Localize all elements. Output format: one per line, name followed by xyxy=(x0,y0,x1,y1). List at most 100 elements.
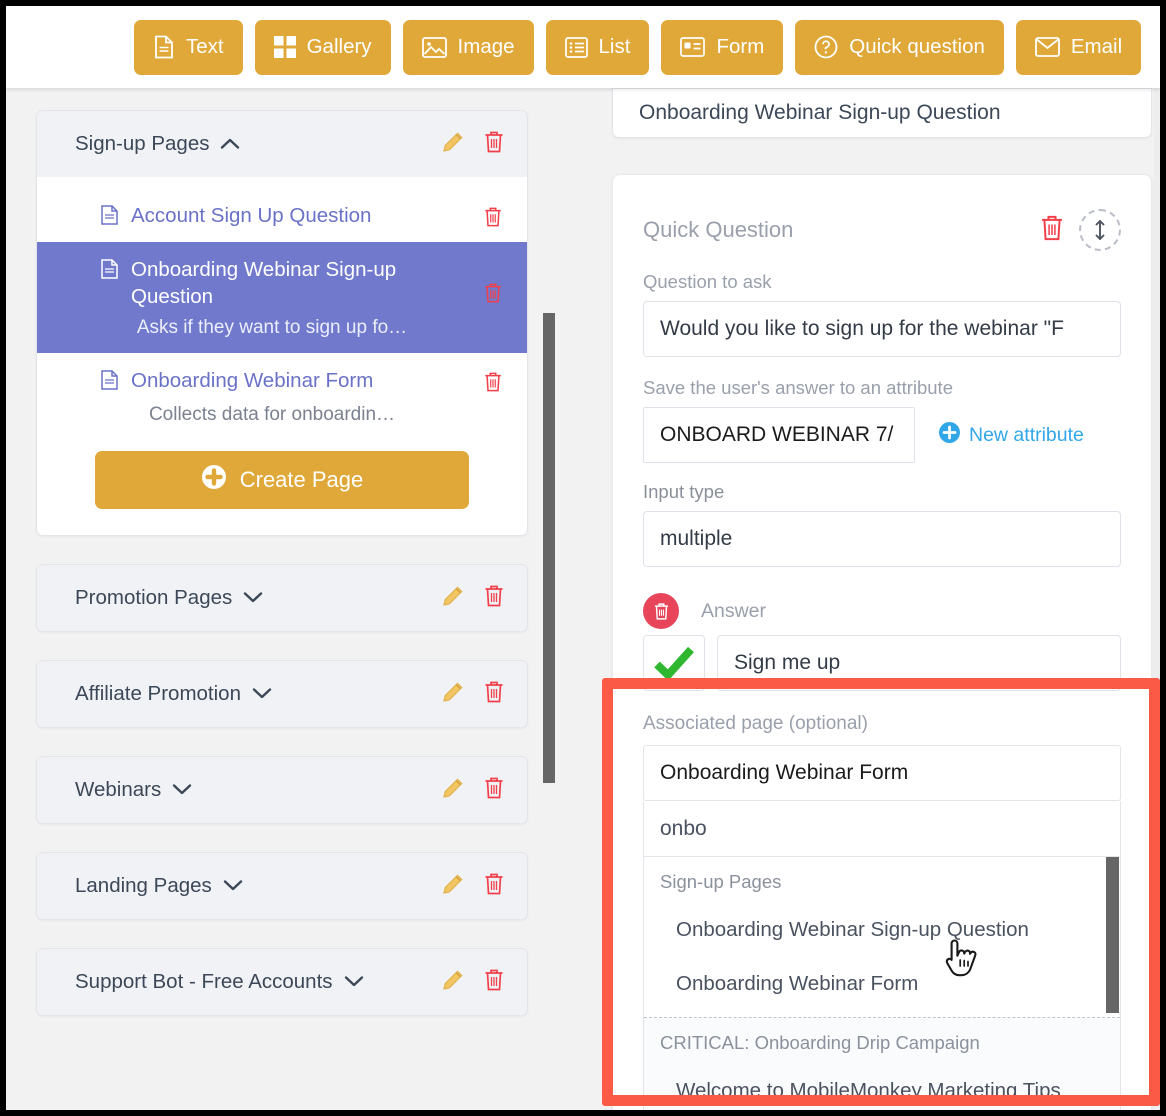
chevron-down-icon[interactable] xyxy=(172,778,192,802)
delete-trash-icon[interactable] xyxy=(483,968,505,997)
page-group-actions xyxy=(441,872,505,901)
editor-page-title-text: Onboarding Webinar Sign-up Question xyxy=(639,101,1001,124)
associated-page-search-input[interactable] xyxy=(643,801,1121,857)
delete-trash-icon[interactable] xyxy=(483,202,503,233)
page-group-body: Account Sign Up Question Onboarding Webi… xyxy=(37,177,527,536)
delete-trash-icon[interactable] xyxy=(483,130,505,159)
page-group-title: Promotion Pages xyxy=(75,586,233,610)
toolbar-button-label: Email xyxy=(1070,35,1123,58)
toolbar-button-form[interactable]: Form xyxy=(661,19,784,75)
delete-trash-icon[interactable] xyxy=(483,872,505,901)
chevron-down-icon[interactable] xyxy=(344,970,364,994)
edit-pencil-icon[interactable] xyxy=(441,776,465,805)
page-group-webinars: Webinars xyxy=(36,756,528,825)
page-list-item-selected[interactable]: Onboarding Webinar Sign-up Question Asks… xyxy=(37,242,527,354)
page-group-actions xyxy=(441,776,505,805)
question-to-ask-input[interactable] xyxy=(643,301,1121,357)
page-group-promotion-pages: Promotion Pages xyxy=(36,564,528,633)
delete-widget-trash-icon[interactable] xyxy=(1039,214,1065,247)
form-card-icon xyxy=(680,37,706,57)
page-group-title-wrap: Affiliate Promotion xyxy=(75,682,272,706)
page-group-actions xyxy=(441,680,505,709)
edit-pencil-icon[interactable] xyxy=(441,680,465,709)
page-group-title-wrap: Promotion Pages xyxy=(75,586,263,610)
input-type-label: Input type xyxy=(643,481,725,502)
toolbar-button-quick-question[interactable]: Quick question xyxy=(795,19,1004,75)
answer-label: Answer xyxy=(701,599,767,622)
right-edge-strip xyxy=(1154,88,1160,1110)
new-attribute-label: New attribute xyxy=(969,423,1084,446)
page-list-item[interactable]: Onboarding Webinar Form Collects data fo… xyxy=(37,353,527,435)
page-group-title: Webinars xyxy=(75,778,162,802)
page-item-link[interactable]: Onboarding Webinar Sign-up Question xyxy=(101,256,471,310)
page-document-icon xyxy=(101,205,118,232)
chevron-up-icon[interactable] xyxy=(220,132,240,156)
delete-trash-icon[interactable] xyxy=(483,256,503,309)
page-group-title-wrap: Webinars xyxy=(75,778,192,802)
page-item-link[interactable]: Onboarding Webinar Form xyxy=(101,367,471,397)
toolbar-button-image[interactable]: Image xyxy=(402,19,534,75)
page-group-title-wrap: Sign-up Pages xyxy=(75,132,240,156)
envelope-icon xyxy=(1034,37,1060,57)
app-frame: Text Gallery Image List Form Quick quest… xyxy=(6,6,1160,1110)
toolbar-button-email[interactable]: Email xyxy=(1015,19,1142,75)
dropdown-option[interactable]: Onboarding Webinar Sign-up Question xyxy=(644,903,1120,957)
dropdown-option[interactable]: Onboarding Webinar Form xyxy=(644,957,1120,1011)
gallery-grid-icon xyxy=(273,36,296,58)
attribute-input[interactable] xyxy=(643,407,915,463)
pages-sidebar: Sign-up Pages Account Sign Up Question O… xyxy=(36,110,528,1110)
page-group-header[interactable]: Promotion Pages xyxy=(37,565,527,632)
create-page-button[interactable]: Create Page xyxy=(95,451,469,510)
answer-text-input[interactable] xyxy=(717,635,1121,691)
page-group-header[interactable]: Webinars xyxy=(37,757,527,824)
page-group-header[interactable]: Landing Pages xyxy=(37,853,527,920)
toolbar-button-label: Text xyxy=(186,35,224,58)
toolbar-button-list[interactable]: List xyxy=(545,19,650,75)
toolbar-button-label: Gallery xyxy=(306,35,372,58)
editor-page-title: Onboarding Webinar Sign-up Question xyxy=(612,88,1152,138)
plus-circle-icon xyxy=(201,464,227,496)
associated-page-label: Associated page (optional) xyxy=(643,713,868,734)
attribute-row: New attribute xyxy=(643,407,1121,463)
page-item-link[interactable]: Account Sign Up Question xyxy=(101,202,471,232)
chevron-down-icon[interactable] xyxy=(243,586,263,610)
delete-trash-icon[interactable] xyxy=(483,584,505,613)
toolbar-button-label: List xyxy=(598,35,631,58)
delete-answer-trash-icon[interactable] xyxy=(643,593,679,629)
edit-pencil-icon[interactable] xyxy=(441,130,465,159)
toolbar-button-gallery[interactable]: Gallery xyxy=(254,19,391,75)
answer-header: Answer xyxy=(643,593,1121,629)
toolbar-button-text[interactable]: Text xyxy=(134,19,243,75)
widget-toolbar: Text Gallery Image List Form Quick quest… xyxy=(6,6,1160,88)
drag-reorder-handle[interactable] xyxy=(1079,209,1121,251)
dropdown-group-section: CRITICAL: Onboarding Drip Campaign Welco… xyxy=(644,1018,1120,1110)
dropdown-option[interactable]: Welcome to MobileMonkey Marketing Tips xyxy=(644,1064,1120,1110)
document-icon xyxy=(153,35,175,59)
page-group-header[interactable]: Affiliate Promotion xyxy=(37,661,527,728)
page-item-name: Account Sign Up Question xyxy=(131,204,372,227)
sidebar-scrollbar[interactable] xyxy=(543,313,555,783)
question-circle-icon xyxy=(814,35,838,59)
chevron-down-icon[interactable] xyxy=(252,682,272,706)
input-type-select[interactable] xyxy=(643,511,1121,567)
page-document-icon xyxy=(101,370,118,397)
plus-circle-icon xyxy=(939,421,960,449)
edit-pencil-icon[interactable] xyxy=(441,584,465,613)
new-attribute-button[interactable]: New attribute xyxy=(939,421,1084,449)
delete-trash-icon[interactable] xyxy=(483,776,505,805)
page-list-item[interactable]: Account Sign Up Question xyxy=(37,193,527,242)
save-attribute-label: Save the user's answer to an attribute xyxy=(643,377,953,398)
quick-question-card: Quick Question Question to ask Would you… xyxy=(612,174,1152,1110)
edit-pencil-icon[interactable] xyxy=(441,872,465,901)
edit-pencil-icon[interactable] xyxy=(441,968,465,997)
image-icon xyxy=(421,36,447,58)
chevron-down-icon[interactable] xyxy=(223,874,243,898)
delete-trash-icon[interactable] xyxy=(483,367,503,398)
list-icon xyxy=(564,36,588,58)
page-group-header[interactable]: Sign-up Pages xyxy=(37,111,527,177)
page-group-header[interactable]: Support Bot - Free Accounts xyxy=(37,949,527,1016)
delete-trash-icon[interactable] xyxy=(483,680,505,709)
dropdown-scrollbar[interactable] xyxy=(1106,857,1119,1013)
answer-checkbox[interactable] xyxy=(643,635,705,691)
associated-page-selected-input[interactable] xyxy=(643,745,1121,801)
